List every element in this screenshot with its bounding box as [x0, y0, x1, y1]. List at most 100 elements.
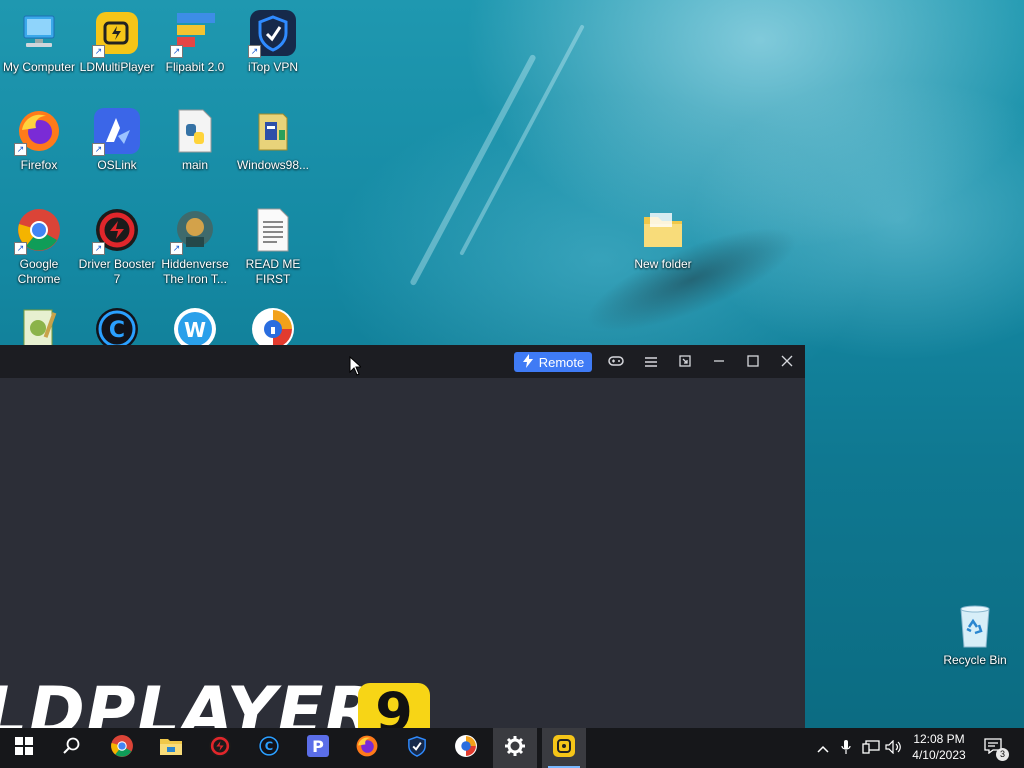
desktop-icon-hiddenverse[interactable]: ↗ Hiddenverse The Iron T... [156, 207, 234, 287]
svg-text:C: C [109, 318, 125, 343]
close-icon [781, 354, 793, 370]
speaker-icon [885, 739, 903, 757]
taskbar-browser[interactable] [444, 728, 488, 768]
show-hidden-icons-button[interactable] [813, 738, 833, 758]
taskbar: C P 12:08 PM 4/10/2023 3 [0, 728, 1024, 768]
icon-label: iTop VPN [247, 60, 299, 74]
desktop-icon-main[interactable]: main [156, 108, 234, 173]
gear-icon [504, 735, 526, 762]
desktop-icon-google-chrome[interactable]: ↗ Google Chrome [0, 207, 78, 287]
game-icon: ↗ [170, 207, 218, 255]
file-explorer-icon [159, 736, 183, 761]
desktop-icon-oslink[interactable]: ↗ OSLink [78, 108, 156, 173]
lightning-icon [522, 353, 534, 371]
firefox-icon [355, 734, 379, 763]
search-button[interactable] [50, 728, 94, 768]
windows-logo-icon [15, 736, 33, 760]
chevron-up-icon [817, 740, 829, 756]
svg-text:C: C [265, 739, 273, 753]
icon-label: Driver Booster 7 [78, 257, 156, 286]
system-clock[interactable]: 12:08 PM 4/10/2023 [903, 731, 975, 763]
vpn-shield-icon [406, 734, 428, 763]
notification-count-badge: 3 [996, 748, 1009, 761]
maximize-icon [747, 354, 759, 370]
search-icon [63, 737, 81, 760]
gamepad-button[interactable] [604, 350, 628, 374]
taskbar-pdf-app[interactable]: P [296, 728, 340, 768]
chrome-icon [110, 734, 134, 763]
icon-label: main [181, 158, 208, 172]
flipabit-icon: ↗ [170, 10, 218, 58]
icon-label: My Computer [2, 60, 76, 74]
driver-booster-icon: ↗ [92, 207, 140, 255]
firefox-icon: ↗ [14, 108, 62, 156]
notification-icon: 3 [984, 738, 1009, 761]
remote-label: Remote [538, 354, 585, 370]
vpn-shield-icon: ↗ [248, 10, 296, 58]
clock-date: 4/10/2023 [912, 748, 966, 762]
taskbar-file-explorer[interactable] [149, 728, 193, 768]
microphone-icon [841, 739, 851, 758]
gamepad-icon [608, 354, 624, 370]
taskbar-driver-booster[interactable] [198, 728, 242, 768]
oslink-icon: ↗ [92, 108, 140, 156]
resize-window-icon [679, 354, 691, 370]
svg-text:W: W [184, 318, 206, 342]
desktop-icon-windows98[interactable]: Windows98... [234, 108, 312, 173]
ldplayer-window[interactable]: Remote LDPLAYER 9 [0, 345, 805, 728]
minimize-icon [713, 354, 725, 370]
svg-text:P: P [312, 737, 324, 756]
icon-label: OSLink [97, 158, 137, 172]
folder-icon [640, 207, 686, 253]
clock-time: 12:08 PM [913, 732, 965, 746]
minimize-button[interactable] [707, 350, 731, 374]
maximize-button[interactable] [741, 350, 765, 374]
volume-button[interactable] [884, 738, 904, 758]
desktop-icon-itop-vpn[interactable]: ↗ iTop VPN [234, 10, 312, 75]
archive-icon [250, 108, 296, 154]
python-file-icon [172, 108, 218, 154]
pdf-app-icon: P [306, 734, 330, 763]
start-button[interactable] [2, 728, 46, 768]
close-button[interactable] [775, 350, 799, 374]
ldmultiplayer-icon: ↗ [92, 10, 140, 58]
recycle-bin-icon [952, 603, 998, 649]
remote-button[interactable]: Remote [514, 352, 592, 372]
taskbar-ccleaner[interactable]: C [247, 728, 291, 768]
icon-label: READ ME FIRST [245, 257, 301, 286]
taskbar-vpn[interactable] [395, 728, 439, 768]
restore-layout-button[interactable] [673, 350, 697, 374]
desktop-icon-my-computer[interactable]: My Computer [0, 10, 78, 75]
ccleaner-icon: C [257, 734, 281, 763]
ldplayer-logo-badge: 9 [358, 683, 430, 728]
mouse-cursor-icon [349, 355, 363, 381]
icon-label: Google Chrome [17, 257, 61, 286]
driver-booster-icon [208, 734, 232, 763]
notification-center-button[interactable]: 3 [982, 738, 1009, 761]
desktop-icon-read-me-first[interactable]: READ ME FIRST [234, 207, 312, 287]
ldplayer-titlebar[interactable]: Remote [0, 345, 805, 378]
desktop-icon-firefox[interactable]: ↗ Firefox [0, 108, 78, 173]
browser-shield-icon [454, 734, 478, 763]
taskbar-settings[interactable] [493, 728, 537, 768]
icon-label: LDMultiPlayer [79, 60, 155, 74]
menu-button[interactable] [639, 350, 663, 374]
text-file-icon [250, 207, 296, 253]
desktop-icon-new-folder[interactable]: New folder [624, 207, 702, 272]
ldplayer-icon [552, 734, 576, 763]
taskbar-chrome[interactable] [100, 728, 144, 768]
icon-label: Flipabit 2.0 [165, 60, 225, 74]
icon-label: Hiddenverse The Iron T... [161, 257, 229, 286]
desktop-icon-flipabit[interactable]: ↗ Flipabit 2.0 [156, 10, 234, 75]
taskbar-firefox[interactable] [345, 728, 389, 768]
desktop-icon-recycle-bin[interactable]: Recycle Bin [936, 603, 1014, 668]
microphone-button[interactable] [836, 738, 856, 758]
network-button[interactable] [861, 738, 881, 758]
desktop-icon-driver-booster[interactable]: ↗ Driver Booster 7 [78, 207, 156, 287]
light-ray [409, 53, 537, 287]
light-ray [459, 24, 585, 256]
taskbar-ldplayer[interactable] [542, 728, 586, 768]
icon-label: New folder [634, 257, 692, 271]
icon-label: Windows98... [236, 158, 310, 172]
desktop-icon-ldmultiplayer[interactable]: ↗ LDMultiPlayer [78, 10, 156, 75]
